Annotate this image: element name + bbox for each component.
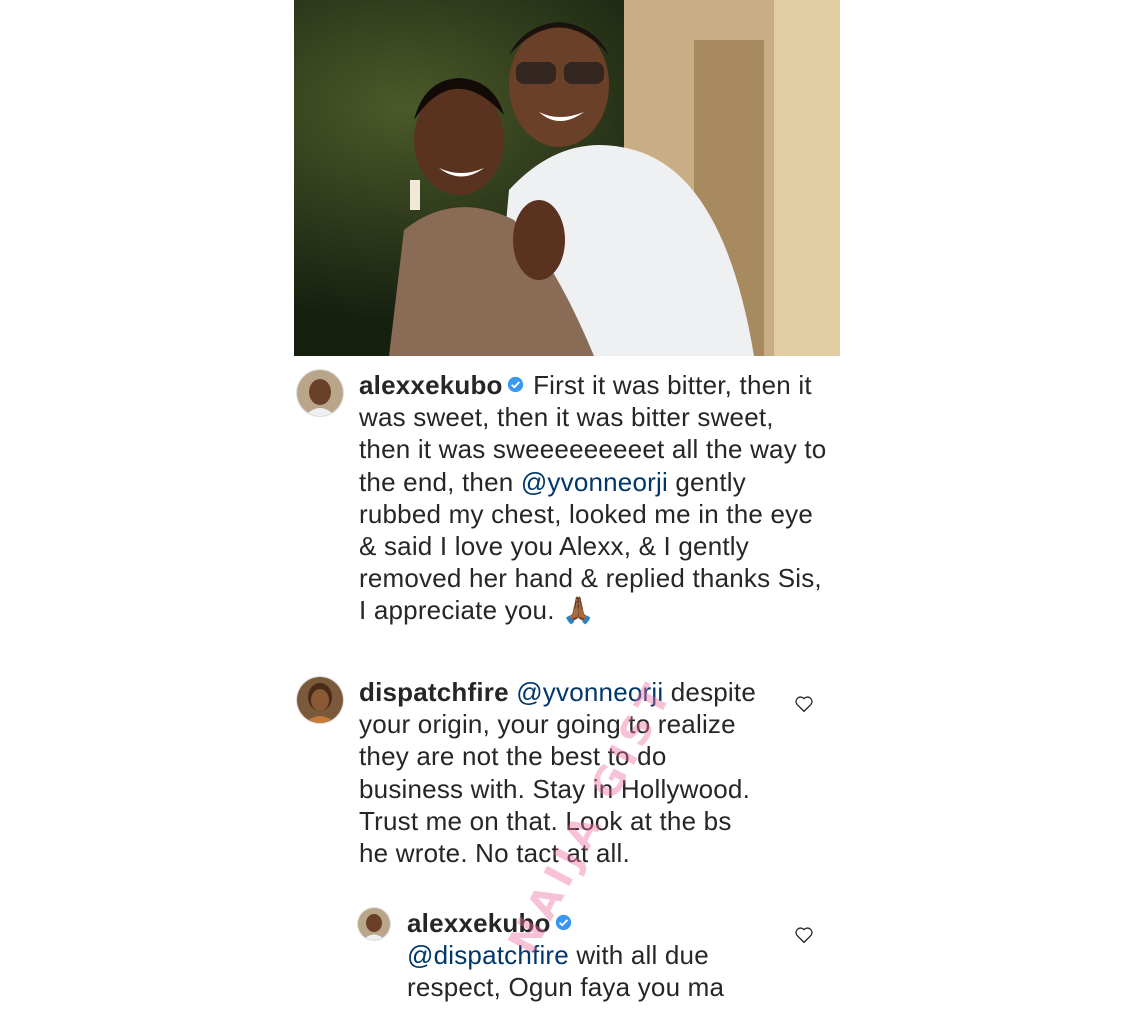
comment-username[interactable]: alexxekubo bbox=[407, 908, 551, 938]
comment-text: alexxekubo @dispatchfire with all due res… bbox=[407, 907, 787, 1004]
comment-text: alexxekubo First it was bitter, then it … bbox=[359, 369, 829, 627]
comment-text: dispatchfire @yvonneorji despite your or… bbox=[359, 676, 759, 869]
verified-badge-icon bbox=[507, 376, 523, 393]
comment-username[interactable]: dispatchfire bbox=[359, 677, 509, 707]
mention-link[interactable]: @yvonneorji bbox=[516, 677, 663, 707]
mention-link[interactable]: @yvonneorji bbox=[521, 467, 668, 497]
mention-link[interactable]: @dispatchfire bbox=[407, 940, 569, 970]
avatar[interactable] bbox=[357, 907, 391, 941]
post-photo[interactable] bbox=[294, 0, 840, 356]
comment-caption: alexxekubo First it was bitter, then it … bbox=[296, 369, 836, 627]
post-photo-illustration bbox=[294, 0, 840, 356]
pray-emoji: 🙏🏾 bbox=[562, 595, 595, 626]
heart-outline-icon[interactable] bbox=[794, 926, 814, 944]
avatar[interactable] bbox=[296, 676, 344, 724]
comment-item: dispatchfire @yvonneorji despite your or… bbox=[296, 676, 816, 869]
verified-badge-icon bbox=[555, 914, 571, 931]
comment-reply: alexxekubo @dispatchfire with all due res… bbox=[357, 907, 797, 1004]
heart-outline-icon[interactable] bbox=[794, 695, 814, 713]
comment-username[interactable]: alexxekubo bbox=[359, 370, 503, 400]
avatar[interactable] bbox=[296, 369, 344, 417]
